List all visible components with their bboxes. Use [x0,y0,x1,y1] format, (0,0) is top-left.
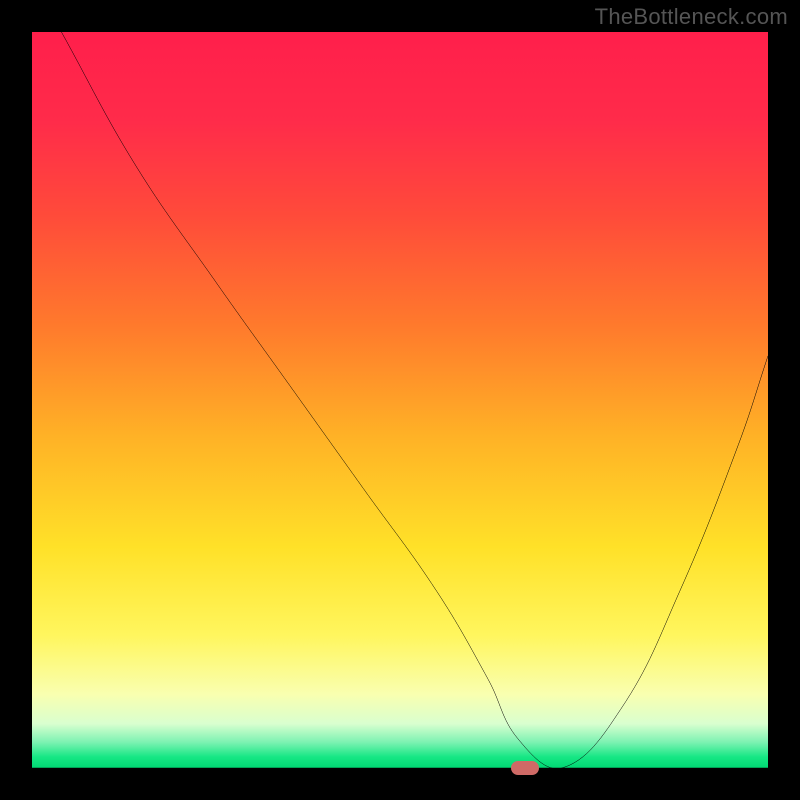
bottleneck-curve [32,32,768,768]
optimal-marker [511,761,539,775]
watermark-text: TheBottleneck.com [595,4,788,30]
curve-path [61,32,768,768]
plot-area [32,32,768,768]
chart-frame: TheBottleneck.com [0,0,800,800]
